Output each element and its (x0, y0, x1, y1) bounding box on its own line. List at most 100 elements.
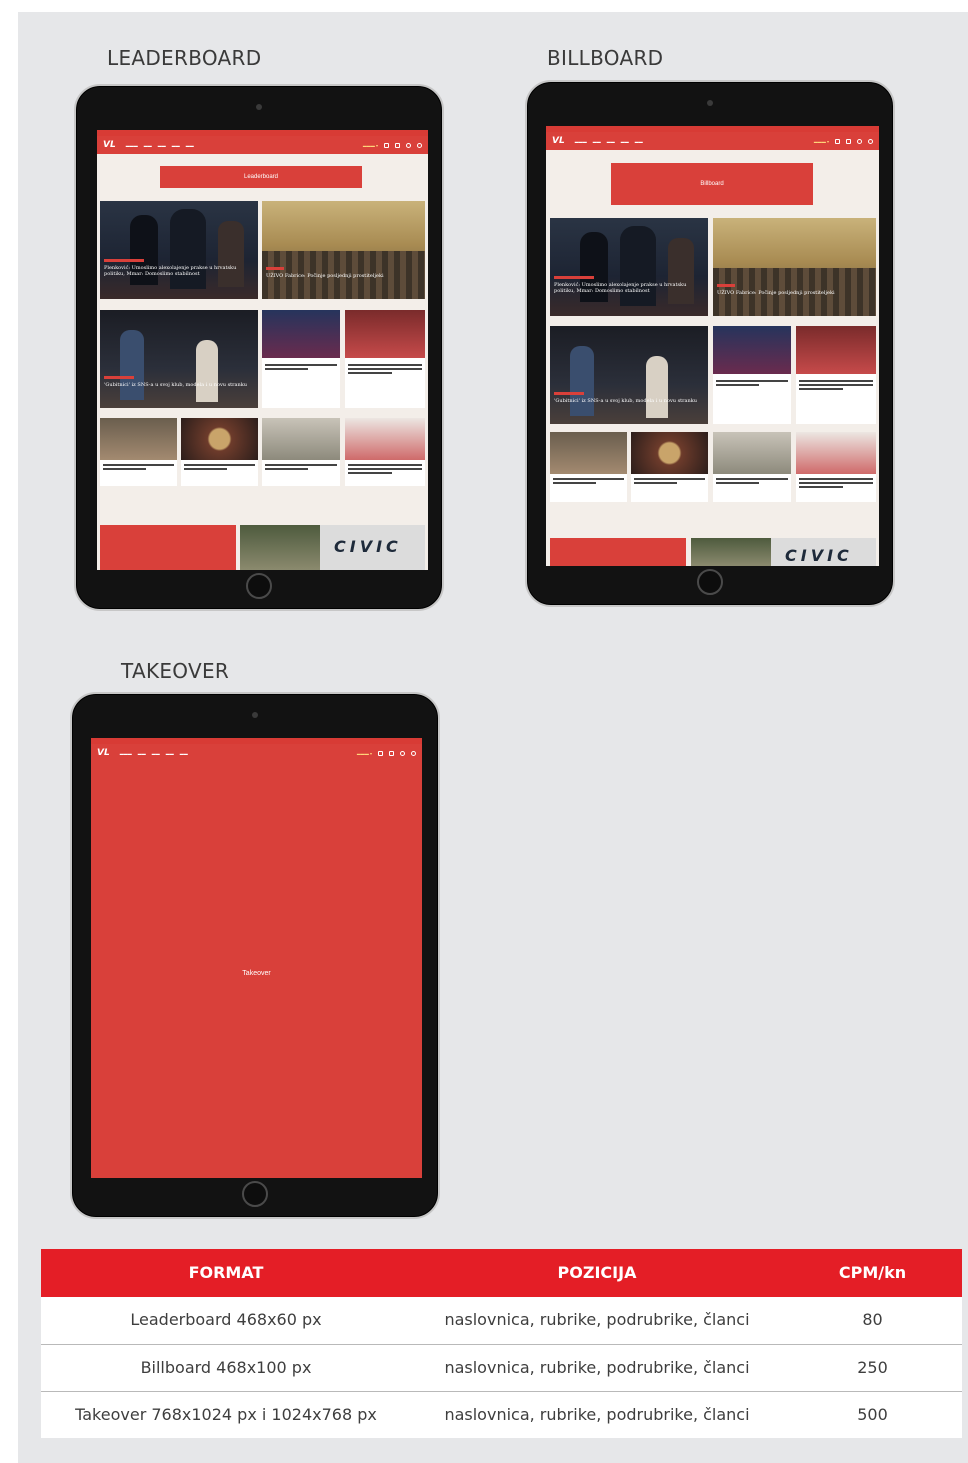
header-position: POZICIJA (557, 1263, 637, 1282)
nav-item[interactable]: ▬▬ (621, 139, 629, 144)
nav-highlight[interactable]: ▬▬▬ ▾ (814, 139, 829, 144)
site-navbar: VL ▬▬▬ ▬▬ ▬▬ ▬▬ ▬▬ ▬▬▬ ▾ (97, 136, 428, 154)
nav-item[interactable]: ▬▬ (152, 751, 160, 756)
hero-article-right[interactable]: UŽIVO Fabrice: Počinje posljednji prosti… (713, 218, 876, 316)
nav-item[interactable]: ▬▬ (144, 143, 152, 148)
user-icon[interactable] (411, 750, 416, 756)
header-format: FORMAT (188, 1263, 264, 1282)
article-card[interactable] (713, 326, 791, 424)
header-cpm: CPM/kn (838, 1263, 907, 1282)
cell-position: naslovnica, rubrike, podrubrike, članci (444, 1405, 750, 1424)
camera-icon (707, 100, 713, 106)
article-card[interactable] (550, 432, 627, 502)
nav-item[interactable]: ▬▬ (607, 139, 615, 144)
social-icon[interactable] (378, 750, 383, 756)
nav-item[interactable]: ▬▬ (138, 751, 146, 756)
article-card[interactable] (345, 418, 425, 486)
bottom-article-red[interactable] (550, 538, 686, 566)
cell-cpm: 500 (857, 1405, 888, 1424)
civic-logo-text: CIVIC (785, 546, 853, 565)
leaderboard-tablet: VL ▬▬▬ ▬▬ ▬▬ ▬▬ ▬▬ ▬▬▬ ▾ Leaderboard Ple… (74, 84, 444, 611)
hero-article-left[interactable]: Plenković: Umoslimo alexolajenje prakse … (550, 218, 708, 316)
article-card[interactable] (181, 418, 258, 486)
social-icon[interactable] (846, 138, 851, 144)
billboard-screen: VL ▬▬▬ ▬▬ ▬▬ ▬▬ ▬▬ ▬▬▬ ▾ Billboard Plenk… (546, 126, 879, 566)
nav-item[interactable]: ▬▬▬ (126, 143, 138, 148)
article-card[interactable] (100, 418, 177, 486)
billboard-title: BILLBOARD (547, 46, 664, 70)
cell-cpm: 250 (857, 1358, 888, 1377)
nav-item[interactable]: ▬▬ (158, 143, 166, 148)
takeover-screen[interactable]: VL ▬▬▬ ▬▬ ▬▬ ▬▬ ▬▬ ▬▬▬ ▾ Takeover (91, 738, 422, 1178)
nav-highlight[interactable]: ▬▬▬ ▾ (363, 143, 378, 148)
social-icon[interactable] (835, 138, 840, 144)
cell-format: Takeover 768x1024 px i 1024x768 px (75, 1405, 377, 1424)
search-icon[interactable] (406, 142, 411, 148)
table-row: Billboard 468x100 px naslovnica, rubrike… (41, 1344, 962, 1391)
hero-left-headline: Plenković: Umoslimo alexolajenje prakse … (104, 265, 237, 277)
nav-highlight[interactable]: ▬▬▬ ▾ (357, 751, 372, 756)
search-icon[interactable] (857, 138, 862, 144)
social-icon[interactable] (395, 142, 400, 148)
cell-format: Billboard 468x100 px (140, 1358, 312, 1377)
article-card[interactable] (713, 432, 791, 502)
table-row: Leaderboard 468x60 px naslovnica, rubrik… (41, 1297, 962, 1344)
civic-ad[interactable]: CIVIC (771, 538, 876, 566)
nav-item[interactable]: ▬▬ (186, 143, 194, 148)
site-logo[interactable]: VL (103, 140, 116, 150)
search-icon[interactable] (400, 750, 405, 756)
bottom-article-photo[interactable] (240, 525, 320, 570)
second-left-headline: 'Gubitnici' iz SNS-a u svoj klub, modela… (554, 398, 698, 404)
leaderboard-screen: VL ▬▬▬ ▬▬ ▬▬ ▬▬ ▬▬ ▬▬▬ ▾ Leaderboard Ple… (97, 130, 428, 570)
hero-article-right[interactable]: UŽIVO Fabrice: Počinje posljednji prosti… (262, 201, 425, 299)
nav-item[interactable]: ▬▬ (635, 139, 643, 144)
cell-cpm: 80 (862, 1310, 883, 1329)
camera-icon (256, 104, 262, 110)
hero-left-headline: Plenković: Umoslimo alexolajenje prakse … (554, 282, 687, 294)
second-left-headline: 'Gubitnici' iz SNS-a u svoj klub, modela… (104, 382, 248, 388)
site-logo[interactable]: VL (97, 748, 110, 758)
civic-ad[interactable]: CIVIC (320, 525, 425, 570)
table-header: FORMAT POZICIJA CPM/kn (41, 1249, 962, 1297)
hero-right-headline: UŽIVO Fabrice: Počinje posljednji prosti… (266, 273, 384, 279)
takeover-tablet: VL ▬▬▬ ▬▬ ▬▬ ▬▬ ▬▬ ▬▬▬ ▾ Takeover (70, 692, 440, 1219)
pricing-table: FORMAT POZICIJA CPM/kn Leaderboard 468x6… (41, 1249, 962, 1438)
cell-position: naslovnica, rubrike, podrubrike, članci (444, 1358, 750, 1377)
social-icon[interactable] (384, 142, 389, 148)
site-navbar: VL ▬▬▬ ▬▬ ▬▬ ▬▬ ▬▬ ▬▬▬ ▾ (546, 132, 879, 150)
bottom-article-red[interactable] (100, 525, 236, 570)
leaderboard-ad-slot[interactable]: Leaderboard (160, 166, 362, 188)
home-button-icon (246, 573, 272, 599)
second-article-left[interactable]: 'Gubitnici' iz SNS-a u svoj klub, modela… (550, 326, 708, 424)
article-card[interactable] (262, 418, 340, 486)
nav-item[interactable]: ▬▬▬ (575, 139, 587, 144)
site-logo[interactable]: VL (552, 136, 565, 146)
cell-position: naslovnica, rubrike, podrubrike, članci (444, 1310, 750, 1329)
bottom-article-photo[interactable] (691, 538, 771, 566)
second-article-left[interactable]: 'Gubitnici' iz SNS-a u svoj klub, modela… (100, 310, 258, 408)
user-icon[interactable] (417, 142, 422, 148)
article-card[interactable] (796, 432, 876, 502)
nav-item[interactable]: ▬▬ (593, 139, 601, 144)
hero-article-left[interactable]: Plenković: Umoslimo alexolajenje prakse … (100, 201, 258, 299)
leaderboard-title: LEADERBOARD (107, 46, 262, 70)
article-card[interactable] (262, 310, 340, 408)
article-card[interactable] (796, 326, 876, 424)
nav-item[interactable]: ▬▬ (166, 751, 174, 756)
article-card[interactable] (345, 310, 425, 408)
social-icon[interactable] (389, 750, 394, 756)
nav-item[interactable]: ▬▬ (172, 143, 180, 148)
nav-item[interactable]: ▬▬ (180, 751, 188, 756)
takeover-title: TAKEOVER (121, 659, 230, 683)
camera-icon (252, 712, 258, 718)
hero-right-headline: UŽIVO Fabrice: Počinje posljednji prosti… (717, 290, 835, 296)
home-button-icon (697, 569, 723, 595)
billboard-tablet: VL ▬▬▬ ▬▬ ▬▬ ▬▬ ▬▬ ▬▬▬ ▾ Billboard Plenk… (525, 80, 895, 607)
site-navbar: VL ▬▬▬ ▬▬ ▬▬ ▬▬ ▬▬ ▬▬▬ ▾ (91, 744, 422, 762)
billboard-ad-slot[interactable]: Billboard (611, 163, 813, 205)
table-row: Takeover 768x1024 px i 1024x768 px naslo… (41, 1391, 962, 1438)
civic-logo-text: CIVIC (334, 537, 402, 556)
user-icon[interactable] (868, 138, 873, 144)
nav-item[interactable]: ▬▬▬ (120, 751, 132, 756)
article-card[interactable] (631, 432, 708, 502)
